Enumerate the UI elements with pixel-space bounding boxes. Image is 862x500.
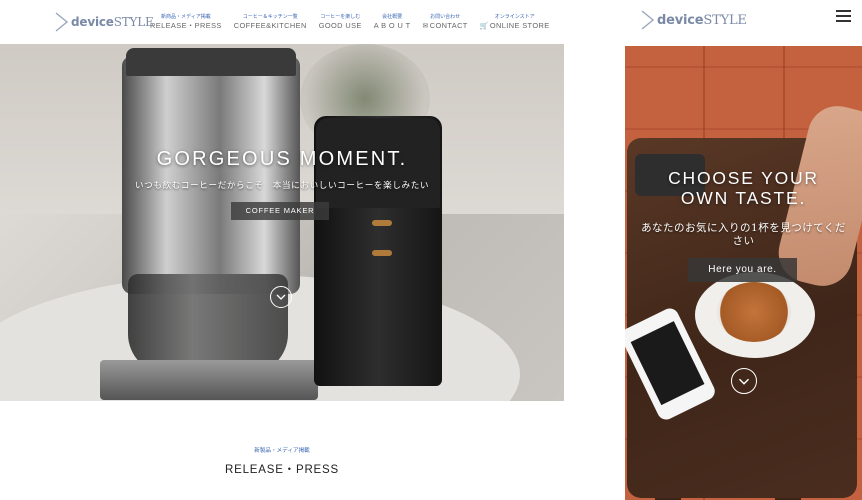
logo-text: deviceSTYLE bbox=[657, 12, 747, 28]
hero-subtitle: いつも飲むコーヒーだからこそ 本当においしいコーヒーを楽しみたい bbox=[134, 180, 430, 190]
hero-title: GORGEOUS MOMENT. bbox=[156, 148, 408, 170]
nav-label-jp: 新商品・メディア掲載 bbox=[161, 14, 211, 20]
nav-label-jp: コーヒーを楽しむ bbox=[320, 14, 361, 20]
grinder-knob bbox=[372, 250, 392, 256]
nav-coffee-kitchen[interactable]: コーヒー＆キッチン一覧 COFFEE&KITCHEN bbox=[234, 14, 307, 31]
coffee-maker-button[interactable]: COFFEE MAKER bbox=[231, 202, 329, 220]
site-logo[interactable]: deviceSTYLE bbox=[640, 9, 747, 31]
nav-label-en: 🛒ONLINE STORE bbox=[479, 21, 550, 30]
nav-label-jp: お問い合わせ bbox=[430, 14, 461, 20]
mobile-header: deviceSTYLE bbox=[625, 0, 862, 46]
nav-label-en: GOOD USE bbox=[318, 21, 362, 30]
nav-label-en: ✉CONTACT bbox=[422, 21, 468, 30]
tea-cup-image bbox=[717, 282, 791, 342]
nav-about[interactable]: 会社概要 A B O U T bbox=[374, 14, 411, 31]
cart-icon: 🛒 bbox=[479, 23, 489, 30]
coffee-maker-lid bbox=[126, 48, 296, 76]
chevron-down-icon bbox=[276, 294, 286, 300]
here-you-are-button[interactable]: Here you are. bbox=[688, 258, 797, 282]
site-logo[interactable]: deviceSTYLE bbox=[54, 11, 154, 33]
logo-chevron-icon bbox=[54, 11, 70, 33]
mobile-view: deviceSTYLE CHOOSE YOUR OWN TASTE. あなたのお… bbox=[625, 0, 862, 500]
nav-label-en: A B O U T bbox=[373, 21, 411, 30]
nav-label-jp: コーヒー＆キッチン一覧 bbox=[242, 14, 298, 20]
nav-label-en: RELEASE・PRESS bbox=[150, 21, 222, 30]
mobile-hero-title: CHOOSE YOUR OWN TASTE. bbox=[668, 168, 819, 208]
nav-label-jp: 会社概要 bbox=[382, 14, 403, 20]
nav-contact[interactable]: お問い合わせ ✉CONTACT bbox=[422, 14, 467, 32]
main-nav: 新商品・メディア掲載 RELEASE・PRESS コーヒー＆キッチン一覧 COF… bbox=[150, 14, 562, 32]
nav-label-en: COFFEE&KITCHEN bbox=[233, 21, 307, 30]
section-label-jp: 新製品・メディア掲載 bbox=[254, 448, 310, 454]
hamburger-menu-icon[interactable] bbox=[836, 10, 851, 22]
coffee-carafe-image bbox=[128, 274, 288, 374]
mobile-hero: CHOOSE YOUR OWN TASTE. あなたのお気に入りの1杯を見つけて… bbox=[625, 46, 862, 500]
logo-chevron-icon bbox=[640, 9, 656, 31]
nav-online-store[interactable]: オンラインストア 🛒ONLINE STORE bbox=[480, 14, 550, 32]
mobile-hero-subtitle: あなたのお気に入りの1杯を見つけてください bbox=[641, 222, 846, 247]
coffee-maker-image bbox=[122, 56, 300, 294]
scroll-down-button[interactable] bbox=[270, 286, 292, 308]
section-title: RELEASE・PRESS bbox=[225, 464, 339, 476]
chevron-down-icon bbox=[738, 378, 750, 385]
coffee-maker-base bbox=[100, 360, 318, 400]
nav-label-jp: オンラインストア bbox=[494, 14, 535, 20]
mail-icon: ✉ bbox=[422, 23, 429, 30]
grinder-knob bbox=[372, 220, 392, 226]
nav-release-press[interactable]: 新商品・メディア掲載 RELEASE・PRESS bbox=[150, 14, 222, 31]
logo-text: deviceSTYLE bbox=[71, 15, 154, 29]
nav-good-use[interactable]: コーヒーを楽しむ GOOD USE bbox=[319, 14, 362, 31]
desktop-hero: GORGEOUS MOMENT. いつも飲むコーヒーだからこそ 本当においしいコ… bbox=[0, 44, 564, 401]
scroll-down-button[interactable] bbox=[731, 368, 757, 394]
desktop-view: deviceSTYLE 新商品・メディア掲載 RELEASE・PRESS コーヒ… bbox=[0, 0, 564, 500]
desktop-header: deviceSTYLE 新商品・メディア掲載 RELEASE・PRESS コーヒ… bbox=[0, 0, 564, 44]
page: deviceSTYLE 新商品・メディア掲載 RELEASE・PRESS コーヒ… bbox=[0, 0, 862, 500]
